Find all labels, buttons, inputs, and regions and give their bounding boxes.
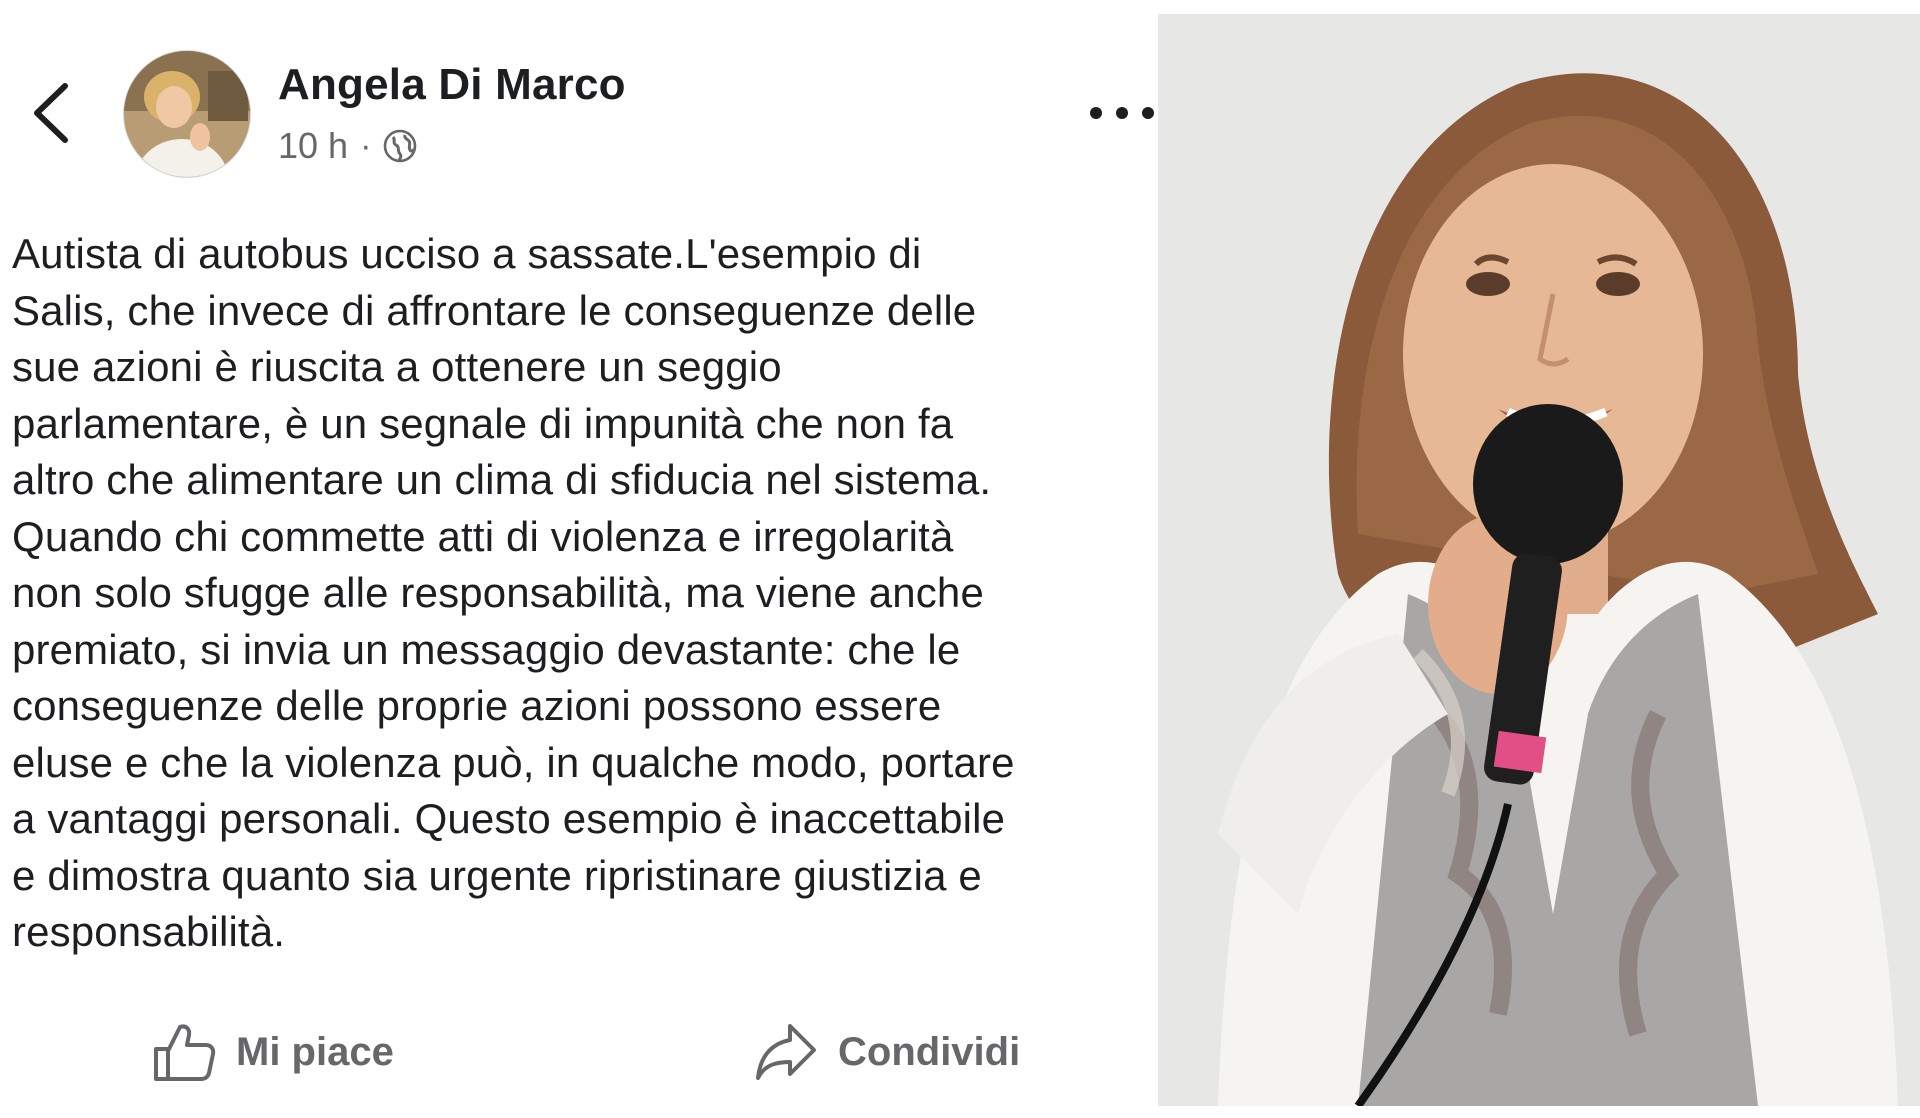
share-icon xyxy=(756,1024,816,1080)
more-options-icon xyxy=(1090,107,1102,119)
portrait-image xyxy=(1158,14,1920,1106)
thumbs-up-icon xyxy=(154,1024,216,1081)
facebook-post: Angela Di Marco 10 h · Autista di autobu… xyxy=(0,0,1158,1118)
globe-icon xyxy=(384,129,417,163)
more-options-dot xyxy=(1116,107,1128,119)
avatar-image xyxy=(124,51,250,177)
post-text: Autista di autobus ucciso a sassate.L'es… xyxy=(12,230,1015,955)
like-label: Mi piace xyxy=(236,1029,394,1074)
post-time[interactable]: 10 h xyxy=(278,125,348,167)
more-options-dot xyxy=(1142,107,1154,119)
share-button[interactable]: Condividi xyxy=(754,1012,1020,1092)
share-label: Condividi xyxy=(838,1029,1021,1074)
back-button[interactable] xyxy=(22,78,80,148)
author-name[interactable]: Angela Di Marco xyxy=(278,60,626,110)
meta-separator: · xyxy=(360,126,372,165)
portrait-photo xyxy=(1158,14,1920,1106)
avatar[interactable] xyxy=(123,50,251,178)
more-options-button[interactable] xyxy=(1086,92,1158,134)
chevron-left-icon xyxy=(34,83,68,143)
post-meta: 10 h · xyxy=(278,122,417,170)
screenshot: Angela Di Marco 10 h · Autista di autobu… xyxy=(0,0,1920,1118)
like-button[interactable]: Mi piace xyxy=(152,1012,394,1092)
